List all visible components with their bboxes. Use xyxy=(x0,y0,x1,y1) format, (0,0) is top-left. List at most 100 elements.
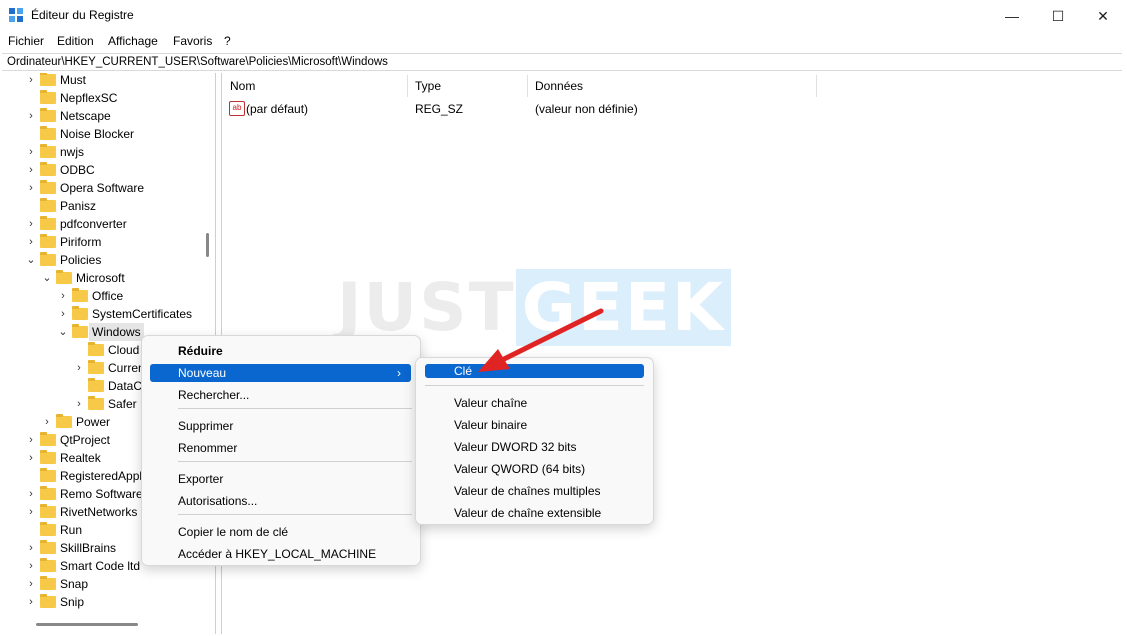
menu-favoris[interactable]: Favoris xyxy=(173,34,212,48)
chevron-right-icon[interactable]: › xyxy=(26,73,36,89)
submenu-item-valeur-dword[interactable]: Valeur DWORD 32 bits xyxy=(425,438,644,456)
menu-help[interactable]: ? xyxy=(224,34,231,48)
column-header-name[interactable]: Nom xyxy=(230,79,255,93)
context-menu: Réduire Nouveau › Rechercher... Supprimer Ren… xyxy=(141,335,421,566)
chevron-right-icon[interactable]: › xyxy=(26,107,36,125)
tree-item-label: Cloud xyxy=(108,343,140,357)
context-menu-item-exporter[interactable]: Exporter xyxy=(150,470,411,488)
chevron-right-icon[interactable]: › xyxy=(26,449,36,467)
folder-icon xyxy=(40,540,56,554)
menu-fichier[interactable]: Fichier xyxy=(8,34,44,48)
chevron-right-icon[interactable]: › xyxy=(26,557,36,575)
tree-item-label: Curren xyxy=(108,361,145,375)
tree-item-systemcertificates[interactable]: › SystemCertificates xyxy=(2,305,207,323)
chevron-right-icon[interactable]: › xyxy=(26,179,36,197)
folder-icon xyxy=(40,522,56,536)
chevron-down-icon[interactable]: ⌄ xyxy=(26,251,36,269)
tree-item-snip[interactable]: › Snip xyxy=(2,593,207,611)
chevron-right-icon[interactable]: › xyxy=(58,287,68,305)
chevron-down-icon[interactable]: ⌄ xyxy=(42,269,52,287)
menu-affichage[interactable]: Affichage xyxy=(108,34,158,48)
tree-item-must[interactable]: › Must xyxy=(2,73,207,89)
context-menu-item-label: Autorisations... xyxy=(178,494,258,508)
context-menu-item-supprimer[interactable]: Supprimer xyxy=(150,417,411,435)
menu-separator xyxy=(178,461,412,462)
submenu-item-valeur-binaire[interactable]: Valeur binaire xyxy=(425,416,644,434)
chevron-right-icon[interactable]: › xyxy=(26,575,36,593)
tree-horizontal-scrollbar[interactable] xyxy=(36,623,138,626)
tree-item-panisz[interactable]: Panisz xyxy=(2,197,207,215)
context-menu-item-rechercher[interactable]: Rechercher... xyxy=(150,386,411,404)
chevron-right-icon[interactable]: › xyxy=(26,539,36,557)
title-bar: Éditeur du Registre — ☐ ✕ xyxy=(0,0,1127,32)
tree-item-label: Noise Blocker xyxy=(60,127,135,141)
context-menu-item-label: Accéder à HKEY_LOCAL_MACHINE xyxy=(178,547,377,561)
close-button[interactable]: ✕ xyxy=(1080,0,1126,32)
tree-item-label: Safer xyxy=(108,397,137,411)
column-divider[interactable] xyxy=(527,75,528,97)
tree-item-label: Windows xyxy=(89,323,144,341)
tree-item-label: Run xyxy=(60,523,83,537)
folder-icon xyxy=(40,144,56,158)
tree-item-piriform[interactable]: › Piriform xyxy=(2,233,207,251)
value-type[interactable]: REG_SZ xyxy=(415,100,463,118)
submenu-item-valeur-chaines-multiples[interactable]: Valeur de chaînes multiples xyxy=(425,482,644,500)
chevron-right-icon[interactable]: › xyxy=(74,395,84,413)
tree-item-netscape[interactable]: › Netscape xyxy=(2,107,207,125)
chevron-right-icon[interactable]: › xyxy=(26,485,36,503)
column-divider[interactable] xyxy=(407,75,408,97)
menu-edition[interactable]: Edition xyxy=(57,34,94,48)
tree-item-nepflexsc[interactable]: NepflexSC xyxy=(2,89,207,107)
chevron-right-icon[interactable]: › xyxy=(58,305,68,323)
column-header-data[interactable]: Données xyxy=(535,79,583,93)
column-divider[interactable] xyxy=(816,75,817,97)
chevron-right-icon[interactable]: › xyxy=(26,143,36,161)
tree-item-microsoft[interactable]: ⌄ Microsoft xyxy=(2,269,207,287)
address-path[interactable]: Ordinateur\HKEY_CURRENT_USER\Software\Po… xyxy=(7,56,388,68)
chevron-right-icon[interactable]: › xyxy=(26,233,36,251)
submenu-item-valeur-chaine-extensible[interactable]: Valeur de chaîne extensible xyxy=(425,504,644,522)
context-menu-item-reduire[interactable]: Réduire xyxy=(150,342,411,360)
tree-item-noise-blocker[interactable]: Noise Blocker xyxy=(2,125,207,143)
chevron-right-icon[interactable]: › xyxy=(26,161,36,179)
tree-item-office[interactable]: › Office xyxy=(2,287,207,305)
chevron-right-icon[interactable]: › xyxy=(26,215,36,233)
tree-item-odbc[interactable]: › ODBC xyxy=(2,161,207,179)
folder-icon xyxy=(40,450,56,464)
tree-item-nwjs[interactable]: › nwjs xyxy=(2,143,207,161)
tree-item-label: DataC xyxy=(108,379,143,393)
folder-icon xyxy=(40,198,56,212)
tree-item-opera-software[interactable]: › Opera Software xyxy=(2,179,207,197)
chevron-down-icon[interactable]: ⌄ xyxy=(58,323,68,341)
context-menu-item-autorisations[interactable]: Autorisations... xyxy=(150,492,411,510)
context-menu-item-label: Rechercher... xyxy=(178,388,250,402)
tree-item-pdfconverter[interactable]: › pdfconverter xyxy=(2,215,207,233)
chevron-right-icon[interactable]: › xyxy=(42,413,52,431)
column-header-type[interactable]: Type xyxy=(415,79,441,93)
chevron-right-icon[interactable]: › xyxy=(74,359,84,377)
minimize-button[interactable]: — xyxy=(989,0,1035,32)
value-data[interactable]: (valeur non définie) xyxy=(535,100,638,118)
context-menu-item-label: Copier le nom de clé xyxy=(178,525,289,539)
submenu-item-valeur-qword[interactable]: Valeur QWORD (64 bits) xyxy=(425,460,644,478)
folder-icon xyxy=(40,108,56,122)
context-menu-item-copier-nom-cle[interactable]: Copier le nom de clé xyxy=(150,523,411,541)
folder-icon xyxy=(88,396,104,410)
maximize-button[interactable]: ☐ xyxy=(1035,0,1081,32)
context-menu-item-renommer[interactable]: Renommer xyxy=(150,439,411,457)
tree-item-policies[interactable]: ⌄ Policies xyxy=(2,251,207,269)
folder-icon xyxy=(88,378,104,392)
folder-icon xyxy=(40,90,56,104)
chevron-right-icon[interactable]: › xyxy=(26,593,36,611)
chevron-right-icon[interactable]: › xyxy=(26,503,36,521)
chevron-right-icon[interactable]: › xyxy=(26,431,36,449)
tree-item-label: Smart Code ltd xyxy=(60,559,141,573)
submenu-item-valeur-chaine[interactable]: Valeur chaîne xyxy=(425,394,644,412)
value-name[interactable]: (par défaut) xyxy=(246,100,308,118)
tree-item-label: Snip xyxy=(60,595,85,609)
context-menu-item-acceder-hklm[interactable]: Accéder à HKEY_LOCAL_MACHINE xyxy=(150,545,411,563)
address-bar[interactable]: Ordinateur\HKEY_CURRENT_USER\Software\Po… xyxy=(2,53,1122,71)
context-menu-item-label: Réduire xyxy=(178,344,223,358)
context-menu-item-nouveau[interactable]: Nouveau › xyxy=(150,364,411,382)
tree-item-snap[interactable]: › Snap xyxy=(2,575,207,593)
